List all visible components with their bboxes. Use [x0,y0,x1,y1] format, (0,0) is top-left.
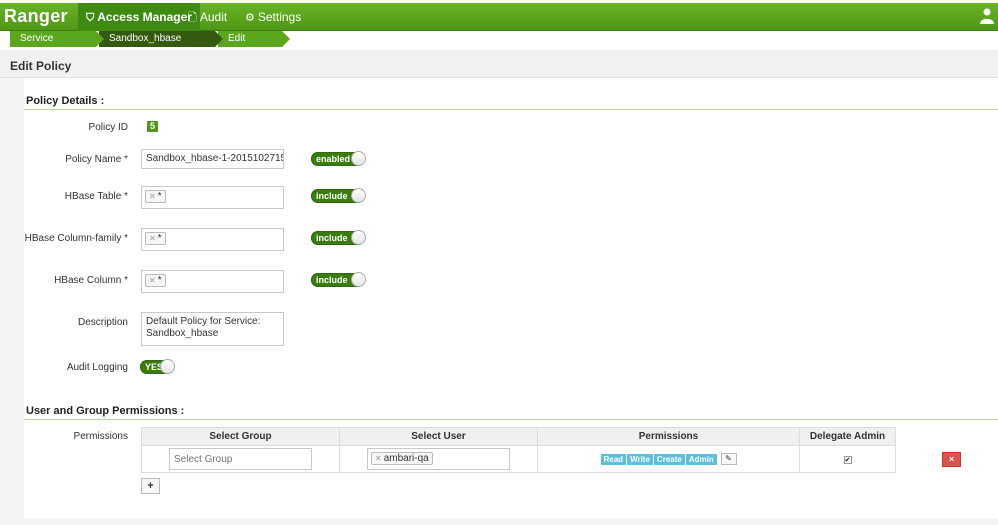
nav-settings[interactable]: ⚙ Settings [237,3,309,31]
hbase-table-input[interactable]: ✕ * [141,186,284,209]
perm-admin[interactable]: Admin [685,453,717,465]
delegate-admin-cell: ✔ [799,445,896,473]
page-header: Edit Policy [0,50,998,78]
column-family-input[interactable]: ✕ * [141,228,284,251]
policy-details-title: Policy Details : [26,95,105,107]
perm-create[interactable]: Create [653,453,685,465]
delete-row-button[interactable]: × [942,452,961,467]
policy-form: Policy Details : Policy ID 5 Policy Name… [24,78,998,518]
audit-logging-toggle[interactable]: YES [140,359,175,374]
hbase-table-label: HBase Table * [64,191,128,202]
add-row-button[interactable]: + [141,478,160,494]
hbase-table-tag: ✕ * [145,190,166,203]
table-row: ✕ambari-qa ReadWriteCreateAdmin ✎ ✔ [141,445,896,473]
description-textarea[interactable]: Default Policy for Service: Sandbox_hbas… [141,312,284,346]
pencil-icon: ✎ [725,454,732,463]
col-permissions: Permissions [537,427,800,446]
column-input[interactable]: ✕ * [141,270,284,293]
remove-tag-icon[interactable]: ✕ [149,234,156,243]
hbase-table-include-toggle[interactable]: include [311,188,366,203]
policy-id-label: Policy ID [88,122,128,133]
permissions-table: Select Group Select User Permissions Del… [141,427,896,473]
close-icon: × [948,454,955,464]
page-title: Edit Policy [10,59,72,73]
toggle-knob [351,151,366,166]
document-icon: 🗋 [188,12,197,24]
shield-icon: ⛉ [86,12,95,24]
divider [24,419,998,420]
user-icon[interactable] [980,8,994,28]
toggle-knob [351,230,366,245]
enabled-toggle[interactable]: enabled [311,151,366,166]
divider [24,109,998,110]
col-delegate-admin: Delegate Admin [799,427,896,446]
select-group-input[interactable] [169,448,312,470]
remove-tag-icon[interactable]: ✕ [375,454,382,463]
brand-logo[interactable]: Ranger [4,6,68,27]
remove-tag-icon[interactable]: ✕ [149,276,156,285]
toggle-knob [160,359,175,374]
permissions-label: Permissions [73,431,128,442]
column-family-include-toggle[interactable]: include [311,230,366,245]
column-label: HBase Column * [54,275,128,286]
gear-icon: ⚙ [245,12,255,24]
toggle-knob [351,188,366,203]
table-header-row: Select Group Select User Permissions Del… [141,427,896,446]
perm-read[interactable]: Read [600,453,627,465]
breadcrumb-edit-policy[interactable]: Edit Policy [218,31,290,60]
user-tag: ✕ ambari-qa [371,452,433,465]
permissions-title: User and Group Permissions : [26,405,185,417]
plus-icon: + [147,480,154,492]
column-family-tag: ✕ * [145,232,166,245]
col-select-user: Select User [339,427,538,446]
breadcrumb-service-manager[interactable]: Service Manager [10,31,104,60]
audit-logging-label: Audit Logging [66,362,128,373]
edit-permissions-button[interactable]: ✎ [720,453,737,465]
group-cell [141,445,340,473]
policy-name-label: Policy Name * [65,154,128,165]
toggle-knob [351,272,366,287]
policy-id-badge: 5 [147,121,158,132]
column-family-label: HBase Column-family * [24,233,128,244]
col-select-group: Select Group [141,427,340,446]
delegate-admin-checkbox[interactable]: ✔ [843,455,852,464]
column-include-toggle[interactable]: include [311,272,366,287]
permissions-cell: Read Write Create Admin ✎ [537,445,800,473]
select-user-input[interactable]: ✕ ambari-qa [367,448,510,470]
top-navbar: Ranger ⛉ Access Manager 🗋 Audit ⚙ Settings [0,3,998,31]
column-tag: ✕ * [145,274,166,287]
breadcrumb-sandbox-policies[interactable]: Sandbox_hbase Policies [99,31,223,60]
user-cell: ✕ ambari-qa [339,445,538,473]
remove-tag-icon[interactable]: ✕ [149,192,156,201]
perm-write[interactable]: Write [627,453,653,465]
nav-audit[interactable]: 🗋 Audit [180,3,235,31]
content-area: Policy Details : Policy ID 5 Policy Name… [0,78,998,525]
policy-name-input[interactable]: Sandbox_hbase-1-20151027150 [141,149,284,169]
description-label: Description [77,317,128,328]
